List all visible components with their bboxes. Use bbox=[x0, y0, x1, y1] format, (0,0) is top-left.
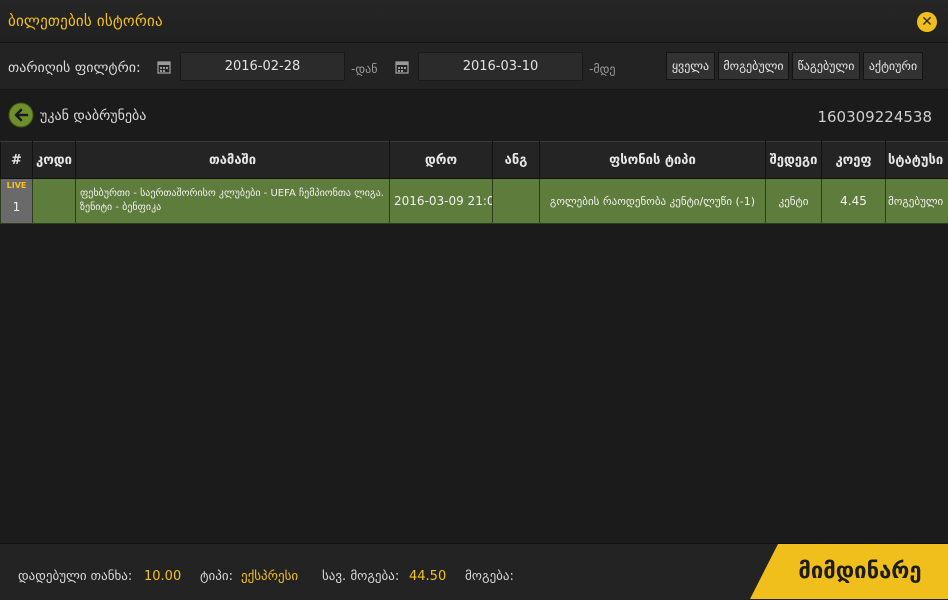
page-title: ბილეთების ისტორია bbox=[8, 12, 163, 30]
column-header: კოდი bbox=[33, 142, 76, 179]
status-cell: მოგებული bbox=[886, 179, 948, 224]
coef-cell: 4.45 bbox=[822, 179, 886, 224]
column-header: სტატუსი bbox=[886, 142, 948, 179]
potential-win-value: 44.50 bbox=[409, 569, 446, 584]
calendar-icon[interactable] bbox=[157, 60, 171, 74]
table-row[interactable]: LIVE 1 ფეხბურთი - საერთაშორისო კლუბები -… bbox=[1, 179, 948, 224]
game-cell: ფეხბურთი - საერთაშორისო კლუბები - UEFA ჩ… bbox=[76, 179, 390, 224]
column-header: ანგ bbox=[493, 142, 540, 179]
live-badge: LIVE bbox=[1, 181, 32, 190]
column-header: თამაში bbox=[76, 142, 390, 179]
calendar-icon[interactable] bbox=[395, 60, 409, 74]
filter-lost-button[interactable]: წაგებული bbox=[792, 52, 860, 80]
back-arrow-icon[interactable] bbox=[8, 102, 34, 128]
ticket-id: 160309224538 bbox=[817, 108, 932, 126]
column-header: ფსონის ტიპი bbox=[540, 142, 766, 179]
filter-active-button[interactable]: აქტიური bbox=[863, 52, 923, 80]
win-label: მოგება: bbox=[465, 569, 514, 584]
result-cell: კენტი bbox=[766, 179, 822, 224]
date-to-suffix: -მდე bbox=[589, 62, 616, 76]
date-filter-label: თარიღის ფილტრი: bbox=[8, 60, 141, 76]
date-from-suffix: -დან bbox=[351, 62, 378, 76]
ang-cell bbox=[493, 179, 540, 224]
row-number-cell: LIVE 1 bbox=[1, 179, 33, 224]
filter-won-button[interactable]: მოგებული bbox=[718, 52, 789, 80]
date-from-input[interactable] bbox=[180, 52, 345, 81]
stake-label: დადებული თანხა: bbox=[18, 569, 132, 584]
time-cell: 2016-03-09 21:00 bbox=[390, 179, 493, 224]
stake-value: 10.00 bbox=[144, 569, 181, 584]
column-header: დრო bbox=[390, 142, 493, 179]
back-row: უკან დაბრუნება 160309224538 bbox=[0, 96, 948, 136]
potential-win-label: სავ. მოგება: bbox=[322, 569, 399, 584]
back-button-label[interactable]: უკან დაბრუნება bbox=[40, 108, 146, 124]
close-icon[interactable]: ✕ bbox=[917, 12, 937, 32]
ticket-table: # კოდი თამაში დრო ანგ ფსონის ტიპი შედეგი… bbox=[0, 141, 948, 224]
type-label: ტიპი: bbox=[200, 569, 233, 584]
code-cell bbox=[33, 179, 76, 224]
column-header: შედეგი bbox=[766, 142, 822, 179]
type-value: ექსპრესი bbox=[241, 569, 298, 584]
column-header: # bbox=[1, 142, 33, 179]
filter-all-button[interactable]: ყველა bbox=[666, 52, 715, 80]
table-header-row: # კოდი თამაში დრო ანგ ფსონის ტიპი შედეგი… bbox=[1, 142, 948, 179]
date-to-input[interactable] bbox=[418, 52, 583, 81]
column-header: კოეფ bbox=[822, 142, 886, 179]
bet-type-cell: გოლების რაოდენობა კენტი/ლუწი (-1) bbox=[540, 179, 766, 224]
row-number: 1 bbox=[1, 200, 32, 214]
current-button[interactable]: მიმდინარე bbox=[750, 544, 948, 599]
title-bar: ბილეთების ისტორია ✕ bbox=[0, 0, 948, 43]
